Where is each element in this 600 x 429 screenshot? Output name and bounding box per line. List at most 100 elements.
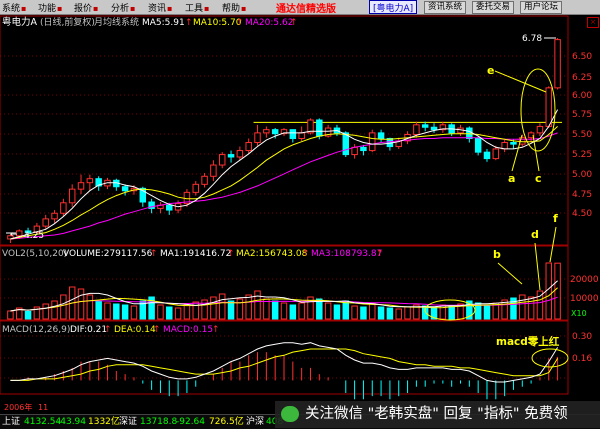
volume-bar [95, 300, 102, 320]
arrow-up-icon: ↑ [290, 18, 298, 28]
volume-bar [7, 310, 14, 320]
annotation-b: b [493, 248, 501, 261]
macd-layer [10, 342, 559, 400]
volume-bar [166, 306, 173, 320]
price-tick: 4.50 [572, 209, 592, 219]
volume-bar [174, 307, 182, 320]
volume-bar [351, 305, 358, 320]
candle-body [236, 150, 244, 158]
volume-bar [280, 302, 288, 320]
candle-body [166, 204, 173, 211]
volume-bar [60, 294, 67, 320]
chart-area: 粤电力A (日线,前复权) 月均线系统 MA5:5.91 MA10:5.70 M… [0, 15, 599, 412]
candle-body [545, 87, 552, 127]
hs-index-label: 沪深 [246, 417, 265, 427]
volume-bar [113, 303, 120, 320]
candle-body [492, 148, 500, 160]
candle-body [210, 164, 217, 177]
menu-analysis[interactable]: 分析▪ [111, 1, 135, 14]
candle-body [430, 126, 438, 131]
price-tick: 6.25 [572, 73, 592, 83]
volume-bar [377, 306, 385, 320]
sz-index-amount: 726.5亿 [209, 417, 244, 427]
price-layer [7, 38, 562, 243]
volume-bar [24, 310, 32, 320]
dea-legend: DEA:0.14 [114, 325, 156, 335]
menu-system-label: 系统 [2, 4, 21, 14]
arrow-up-icon: ↑ [376, 249, 384, 259]
macd-tick: 0.30 [572, 332, 592, 342]
candle-body [377, 132, 385, 140]
forum-button[interactable]: 用户论坛 [520, 1, 563, 14]
candle-body [413, 124, 420, 135]
volume-bar [386, 307, 394, 320]
volume-bar [369, 302, 376, 320]
menu-function[interactable]: 功能▪ [38, 1, 62, 14]
candle-body [501, 142, 508, 150]
volume-bar [395, 308, 402, 320]
menu-system[interactable]: 系统▪ [2, 1, 26, 14]
menu-quote[interactable]: 报价▪ [74, 1, 98, 14]
sz-index-label: 深证 [119, 417, 138, 427]
volume-bar [77, 288, 85, 320]
macd-highlight-ellipse [531, 348, 569, 368]
volume-layer [7, 262, 561, 320]
menu-marker-icon: ▪ [241, 4, 247, 13]
candle-body [289, 129, 297, 140]
volume-bar [527, 296, 535, 320]
dif-legend: DIF:0.21 [70, 325, 107, 335]
annotation-c: c [535, 172, 542, 185]
menu-function-label: 功能 [38, 4, 57, 14]
volume-bar [210, 296, 217, 320]
watermark-text: 关注微信 "老韩实盘" 回复 "指标" 免费领 [305, 406, 568, 422]
candle-body [42, 218, 49, 227]
menu-marker-icon: ▪ [21, 4, 27, 13]
annotation-e-line [494, 70, 547, 93]
volume-bar [333, 304, 341, 320]
app-title: 通达信精选版 [276, 4, 336, 15]
volume-tick: 10000 [570, 294, 599, 304]
volume-bar [271, 300, 279, 320]
volume-bar [448, 305, 455, 320]
volume-bar [183, 304, 191, 320]
min-price-label: 4.25 [24, 231, 44, 241]
menu-news[interactable]: 资讯▪ [148, 1, 172, 14]
candle-body [86, 178, 94, 184]
candle-body [474, 138, 482, 153]
vol-ma1-legend: MA1:191416.72 [160, 249, 231, 259]
volume-bar [519, 294, 526, 320]
candle-body [421, 124, 429, 128]
period-info: (日线,前复权) [40, 16, 95, 28]
volume-bar [483, 304, 491, 320]
stock-selector[interactable]: [粤电力A] [369, 0, 418, 14]
price-tick: 5.00 [572, 170, 592, 180]
menu-tools[interactable]: 工具▪ [185, 1, 209, 14]
volume-bar [289, 304, 297, 320]
candle-body [68, 188, 76, 204]
candle-body [554, 39, 561, 89]
volume-bar [130, 305, 138, 320]
volume-bar [254, 290, 261, 320]
macd-annotation: macd零上红 [496, 335, 560, 348]
candle-body [316, 119, 323, 137]
volume-bar [227, 300, 235, 320]
menu-help[interactable]: 帮助▪ [222, 1, 246, 14]
ma20-legend: MA20:5.62 [245, 18, 293, 28]
trade-button[interactable]: 委托交易 [472, 1, 515, 14]
menu-bar: 系统▪ 功能▪ 报价▪ 分析▪ 资讯▪ 工具▪ 帮助▪ 通达信精选版 [粤电力A… [0, 0, 600, 15]
menu-marker-icon: ▪ [57, 4, 63, 13]
macd-tick: 0.16 [572, 354, 592, 364]
price-tick: 5.50 [572, 130, 592, 140]
arrow-up-icon: ↑ [302, 249, 310, 259]
candle-body [298, 132, 305, 140]
max-price-label: 6.78 [522, 34, 542, 44]
volume-tick: 20000 [570, 275, 599, 285]
candle-body [77, 182, 85, 190]
volume-bar [104, 302, 111, 320]
annotation-e: e [487, 64, 494, 77]
price-tick: 5.75 [572, 110, 592, 120]
news-system-button[interactable]: 资讯系统 [424, 1, 467, 14]
price-tick: 6.50 [572, 52, 592, 62]
stock-name: 粤电力A [2, 16, 38, 28]
menu-help-label: 帮助 [222, 4, 241, 14]
